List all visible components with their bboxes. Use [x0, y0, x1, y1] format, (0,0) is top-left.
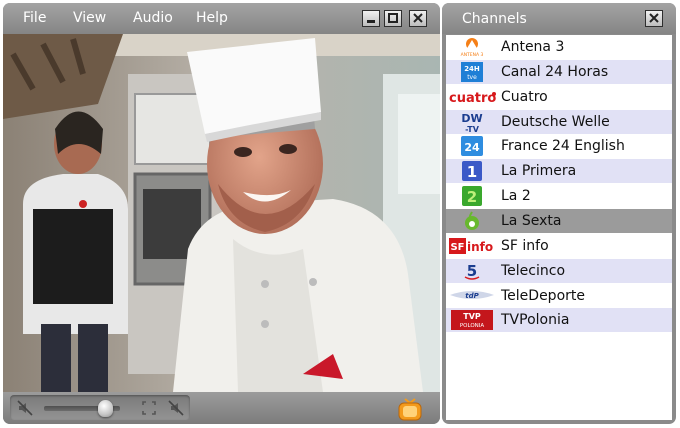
menu-file[interactable]: File	[23, 10, 46, 26]
svg-text:tdP: tdP	[465, 292, 479, 300]
channel-name: Canal 24 Horas	[501, 63, 609, 80]
la-primera-logo-icon: 1	[448, 160, 496, 182]
svg-text:DW: DW	[461, 112, 482, 125]
control-bar	[3, 392, 440, 424]
channels-header: Channels	[442, 3, 676, 34]
maximize-button[interactable]	[384, 10, 402, 27]
cuatro-logo-icon: cuatro	[448, 86, 496, 108]
channel-name: TeleDeporte	[501, 287, 585, 304]
video-frame[interactable]	[3, 34, 440, 392]
channel-item[interactable]: 24 France 24 English	[446, 134, 672, 159]
channel-list: ANTENA 3 Antena 3 24H tve Canal 24 Horas cuat…	[446, 35, 672, 420]
channel-item[interactable]: 2 La 2	[446, 184, 672, 209]
channel-item[interactable]: 1 La Primera	[446, 159, 672, 184]
channel-item[interactable]: SF info SF info	[446, 233, 672, 258]
la2-logo-icon: 2	[448, 185, 496, 207]
channel-name: Antena 3	[501, 39, 565, 55]
close-icon	[413, 13, 423, 23]
channel-item[interactable]: ANTENA 3 Antena 3	[446, 35, 672, 59]
antena3-logo-icon: ANTENA 3	[448, 36, 496, 58]
telecinco-logo-icon: 5	[448, 260, 496, 282]
maximize-icon	[388, 13, 398, 23]
channel-name: La 2	[501, 188, 531, 205]
channel-name: Telecinco	[501, 262, 566, 279]
menu-view[interactable]: View	[73, 10, 106, 26]
channel-item[interactable]: La Sexta	[446, 208, 672, 233]
video-image	[3, 34, 440, 392]
speaker-off-icon[interactable]	[168, 400, 184, 416]
close-icon	[649, 13, 659, 23]
svg-text:SF: SF	[450, 242, 464, 253]
svg-text:POLONIA: POLONIA	[460, 323, 485, 329]
fullscreen-icon[interactable]	[141, 400, 157, 416]
france24-logo-icon: 24	[448, 135, 496, 157]
mute-icon[interactable]	[17, 400, 33, 416]
svg-text:24: 24	[464, 141, 480, 154]
channel-name: TVPolonia	[501, 312, 570, 329]
menu-help[interactable]: Help	[196, 10, 228, 26]
minimize-button[interactable]	[362, 10, 380, 27]
channel-item[interactable]: 5 Telecinco	[446, 258, 672, 283]
svg-text:24H: 24H	[464, 65, 480, 73]
menu-audio[interactable]: Audio	[133, 10, 173, 26]
channel-name: Deutsche Welle	[501, 113, 610, 130]
channel-item[interactable]: TVP POLONIA TVPolonia	[446, 308, 672, 333]
lasexta-logo-icon	[448, 210, 496, 232]
channel-item[interactable]: DW -TV Deutsche Welle	[446, 109, 672, 134]
svg-text:info: info	[467, 240, 493, 254]
svg-text:cuatro: cuatro	[449, 91, 496, 106]
control-panel	[10, 395, 190, 420]
menu-bar: File View Audio Help	[3, 3, 440, 34]
channels-title: Channels	[462, 11, 527, 27]
sfinfo-logo-icon: SF info	[448, 235, 496, 257]
channel-name: SF info	[501, 237, 549, 254]
channel-name: La Primera	[501, 163, 577, 180]
tv-icon[interactable]	[396, 395, 424, 423]
channel-item[interactable]: 24H tve Canal 24 Horas	[446, 59, 672, 84]
tvpolonia-logo-icon: TVP POLONIA	[448, 309, 496, 331]
canal24h-logo-icon: 24H tve	[448, 61, 496, 83]
svg-text:tve: tve	[467, 74, 477, 81]
channel-item[interactable]: cuatro Cuatro	[446, 84, 672, 109]
channel-name: La Sexta	[501, 212, 562, 229]
player-window: File View Audio Help	[3, 3, 440, 424]
close-button[interactable]	[409, 10, 427, 27]
channel-item[interactable]: tdP TeleDeporte	[446, 283, 672, 308]
channel-name: Cuatro	[501, 88, 548, 105]
svg-text:2: 2	[467, 188, 477, 206]
channels-panel: Channels ANTENA 3 Antena 3 24H tve Canal 24 …	[442, 3, 676, 424]
svg-text:TVP: TVP	[463, 312, 481, 321]
volume-slider-knob[interactable]	[97, 400, 113, 417]
channels-close-button[interactable]	[645, 10, 663, 27]
svg-text:1: 1	[467, 163, 477, 181]
svg-text:-TV: -TV	[465, 125, 480, 133]
dw-logo-icon: DW -TV	[448, 111, 496, 133]
svg-text:ANTENA 3: ANTENA 3	[461, 52, 484, 58]
teledeporte-logo-icon: tdP	[448, 285, 496, 307]
minimize-icon	[367, 20, 375, 23]
channel-name: France 24 English	[501, 138, 625, 155]
svg-text:5: 5	[467, 262, 477, 280]
